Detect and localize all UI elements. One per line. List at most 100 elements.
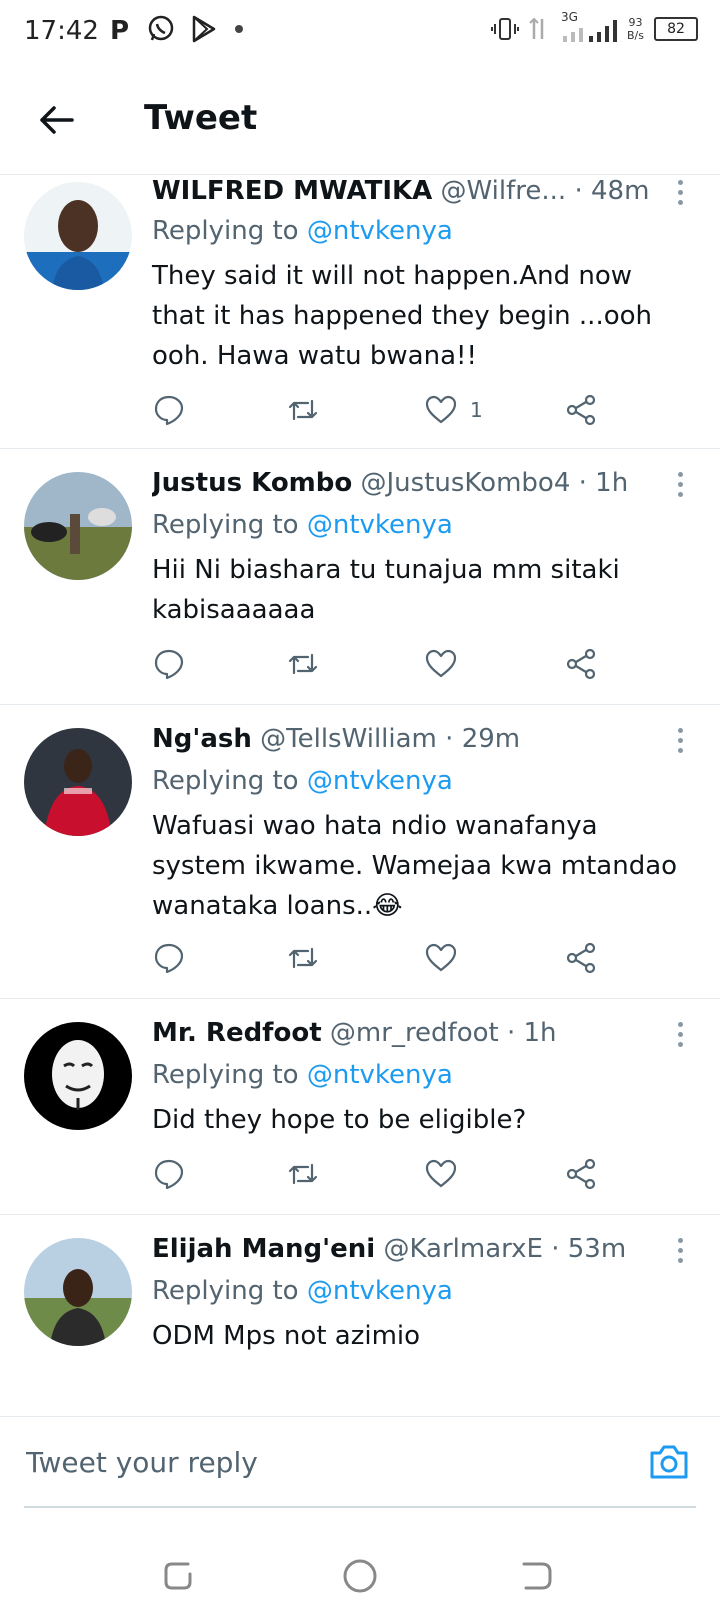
user-handle[interactable]: @KarlmarxE bbox=[383, 1234, 543, 1264]
avatar[interactable] bbox=[24, 472, 132, 580]
tweet-item[interactable]: Elijah Mang'eni @KarlmarxE · 53m Replyin… bbox=[0, 1214, 720, 1416]
avatar[interactable] bbox=[24, 728, 132, 836]
user-handle[interactable]: @Wilfre... bbox=[441, 176, 567, 206]
reply-icon bbox=[154, 649, 184, 680]
data-arrows-icon bbox=[529, 17, 544, 39]
heart-icon bbox=[425, 1159, 457, 1188]
replying-to-mention[interactable]: @ntvkenya bbox=[307, 510, 453, 540]
reply-button[interactable] bbox=[152, 390, 186, 430]
like-button[interactable] bbox=[424, 644, 470, 684]
battery-level: 82 bbox=[667, 21, 685, 37]
whatsapp-icon bbox=[148, 15, 174, 41]
tweet-header: Elijah Mang'eni @KarlmarxE · 53m bbox=[152, 1234, 660, 1264]
replying-to: Replying to @ntvkenya bbox=[152, 216, 453, 246]
retweet-button[interactable] bbox=[286, 938, 320, 978]
more-options-icon[interactable] bbox=[674, 1022, 686, 1052]
like-button[interactable]: 1 bbox=[424, 390, 483, 430]
user-name[interactable]: Mr. Redfoot bbox=[152, 1018, 322, 1048]
share-button[interactable] bbox=[564, 390, 598, 430]
top-app-bar: Tweet bbox=[0, 68, 720, 175]
reply-button[interactable] bbox=[152, 1154, 186, 1194]
tweet-time: 1h bbox=[523, 1018, 557, 1048]
reply-composer bbox=[0, 1416, 720, 1509]
replying-to-mention[interactable]: @ntvkenya bbox=[307, 1060, 453, 1090]
more-options-icon[interactable] bbox=[674, 1238, 686, 1268]
tweet-item[interactable]: Mr. Redfoot @mr_redfoot · 1h Replying to… bbox=[0, 998, 720, 1215]
tweet-text: They said it will not happen.And now tha… bbox=[152, 261, 653, 371]
vibrate-icon bbox=[491, 18, 520, 40]
status-bar: 17:42 P 3G 93 B/s 82 bbox=[0, 0, 720, 68]
retweet-icon bbox=[288, 947, 318, 969]
tweet-time: 48m bbox=[590, 176, 650, 206]
retweet-button[interactable] bbox=[286, 390, 320, 430]
share-button[interactable] bbox=[564, 1154, 598, 1194]
separator-dot: · bbox=[578, 468, 587, 498]
user-name[interactable]: Ng'ash bbox=[152, 724, 252, 754]
replying-to-mention[interactable]: @ntvkenya bbox=[307, 216, 453, 246]
reply-button[interactable] bbox=[152, 644, 186, 684]
like-button[interactable] bbox=[424, 1154, 470, 1194]
retweet-icon bbox=[288, 653, 318, 675]
tweet-time: 29m bbox=[461, 724, 521, 754]
replying-to: Replying to @ntvkenya bbox=[152, 1060, 453, 1090]
status-icons-left: P bbox=[108, 14, 246, 44]
tweet-item[interactable]: Ng'ash @TellsWilliam · 29m Replying to @… bbox=[0, 704, 720, 999]
reply-icon bbox=[154, 395, 184, 426]
heart-icon bbox=[425, 649, 457, 678]
tweet-header: Ng'ash @TellsWilliam · 29m bbox=[152, 724, 660, 754]
like-button[interactable] bbox=[424, 938, 470, 978]
like-count: 1 bbox=[470, 398, 483, 422]
recents-icon[interactable] bbox=[158, 1554, 202, 1598]
tweet-actions bbox=[152, 938, 632, 978]
camera-icon[interactable] bbox=[646, 1439, 692, 1485]
tweet-time: 1h bbox=[595, 468, 629, 498]
heart-icon bbox=[425, 943, 457, 972]
user-handle[interactable]: @JustusKombo4 bbox=[361, 468, 571, 498]
dot-icon bbox=[235, 25, 243, 33]
more-options-icon[interactable] bbox=[674, 728, 686, 758]
reply-icon bbox=[154, 1159, 184, 1190]
more-options-icon[interactable] bbox=[674, 180, 686, 210]
user-name[interactable]: Elijah Mang'eni bbox=[152, 1234, 375, 1264]
system-nav-bar bbox=[0, 1540, 720, 1612]
reply-input[interactable] bbox=[24, 1437, 608, 1487]
user-handle[interactable]: @TellsWilliam bbox=[260, 724, 437, 754]
share-button[interactable] bbox=[564, 644, 598, 684]
share-icon bbox=[566, 942, 596, 974]
replying-to-label: Replying to bbox=[152, 1060, 299, 1090]
tweet-item[interactable]: Justus Kombo @JustusKombo4 · 1h Replying… bbox=[0, 448, 720, 705]
retweet-button[interactable] bbox=[286, 1154, 320, 1194]
net-speed-value: 93 bbox=[628, 16, 643, 29]
home-circle-icon[interactable] bbox=[338, 1554, 382, 1598]
retweet-icon bbox=[288, 399, 318, 421]
tweet-time: 53m bbox=[567, 1234, 627, 1264]
battery-icon: 82 bbox=[654, 17, 698, 41]
replying-to: Replying to @ntvkenya bbox=[152, 510, 453, 540]
user-name[interactable]: WILFRED MWATIKA bbox=[152, 176, 432, 206]
replying-to-label: Replying to bbox=[152, 766, 299, 796]
replying-to-label: Replying to bbox=[152, 216, 299, 246]
signal-icon: 3G bbox=[557, 10, 618, 44]
avatar[interactable] bbox=[24, 1022, 132, 1130]
separator-dot: · bbox=[574, 176, 583, 206]
replying-to: Replying to @ntvkenya bbox=[152, 1276, 453, 1306]
tweet-text: ODM Mps not azimio bbox=[152, 1321, 421, 1351]
replying-to-mention[interactable]: @ntvkenya bbox=[307, 1276, 453, 1306]
tweet-item[interactable]: WILFRED MWATIKA @Wilfre... · 48m Replyin… bbox=[0, 174, 720, 449]
user-name[interactable]: Justus Kombo bbox=[152, 468, 352, 498]
reply-button[interactable] bbox=[152, 938, 186, 978]
replying-to-mention[interactable]: @ntvkenya bbox=[307, 766, 453, 796]
retweet-button[interactable] bbox=[286, 644, 320, 684]
user-handle[interactable]: @mr_redfoot bbox=[330, 1018, 499, 1048]
tweet-header: Mr. Redfoot @mr_redfoot · 1h bbox=[152, 1018, 660, 1048]
avatar[interactable] bbox=[24, 1238, 132, 1346]
share-button[interactable] bbox=[564, 938, 598, 978]
back-nav-icon[interactable] bbox=[516, 1554, 560, 1598]
back-arrow-icon[interactable] bbox=[34, 98, 78, 142]
svg-text:P: P bbox=[110, 16, 129, 44]
replying-to-label: Replying to bbox=[152, 510, 299, 540]
more-options-icon[interactable] bbox=[674, 472, 686, 502]
reply-icon bbox=[154, 943, 184, 974]
avatar[interactable] bbox=[24, 182, 132, 290]
net-speed: 93 B/s bbox=[627, 16, 644, 42]
